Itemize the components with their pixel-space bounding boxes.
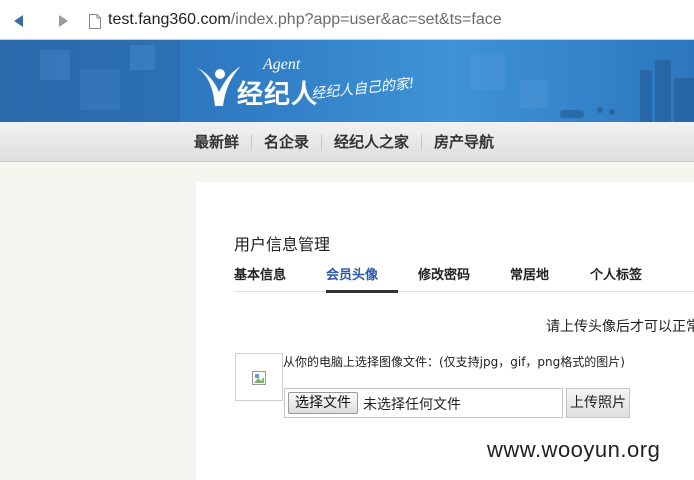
site-logo[interactable]: Agent 经纪人 经纪人自己的家! [193, 54, 433, 114]
watermark: www.wooyun.org [487, 437, 661, 462]
tab-change-password[interactable]: 修改密码 [418, 264, 470, 283]
url-host: test.fang360.com [108, 11, 231, 28]
address-bar[interactable]: test.fang360.com/index.php?app=user&ac=s… [108, 11, 502, 29]
nav-item-property-guide[interactable]: 房产导航 [421, 134, 506, 150]
avatar-preview [235, 353, 283, 401]
upload-notice: 请上传头像后才可以正常 [546, 319, 694, 335]
file-input[interactable]: 选择文件 未选择任何文件 [284, 388, 563, 418]
logo-slogan: 经纪人自己的家! [310, 75, 416, 103]
upload-photo-button[interactable]: 上传照片 [566, 388, 630, 418]
nav-item-agent-home[interactable]: 经纪人之家 [321, 134, 421, 150]
upload-hint: 从你的电脑上选择图像文件：(仅支持jpg，gif，png格式的图片) [283, 355, 625, 369]
settings-tabs: 基本信息 会员头像 修改密码 常居地 个人标签 [234, 258, 694, 293]
logo-agent-text: Agent [263, 56, 301, 73]
logo-person-icon [197, 66, 241, 106]
tab-avatar[interactable]: 会员头像 [326, 264, 378, 283]
back-button[interactable] [8, 10, 30, 32]
browser-toolbar: test.fang360.com/index.php?app=user&ac=s… [0, 0, 694, 40]
site-navigation: 最新鲜 名企录 经纪人之家 房产导航 [0, 122, 694, 162]
choose-file-button[interactable]: 选择文件 [288, 392, 358, 414]
broken-image-icon [252, 371, 266, 385]
no-file-selected-text: 未选择任何文件 [363, 397, 461, 413]
active-tab-indicator [326, 290, 398, 293]
site-banner: Agent 经纪人 经纪人自己的家! [0, 40, 694, 122]
tab-personal-tags[interactable]: 个人标签 [590, 264, 642, 283]
user-settings-panel: 用户信息管理 基本信息 会员头像 修改密码 常居地 个人标签 请上传头像后才可以… [196, 182, 694, 480]
page-icon [89, 14, 101, 29]
nav-item-latest[interactable]: 最新鲜 [182, 134, 251, 150]
forward-arrow-icon [59, 15, 68, 27]
url-path: /index.php?app=user&ac=set&ts=face [230, 11, 502, 28]
tab-residence[interactable]: 常居地 [510, 264, 549, 283]
forward-button[interactable] [52, 10, 74, 32]
logo-title: 经纪人 [237, 80, 319, 110]
tab-basic-info[interactable]: 基本信息 [234, 264, 286, 283]
nav-item-companies[interactable]: 名企录 [251, 134, 321, 150]
page-title: 用户信息管理 [234, 235, 331, 254]
back-arrow-icon [14, 15, 23, 27]
